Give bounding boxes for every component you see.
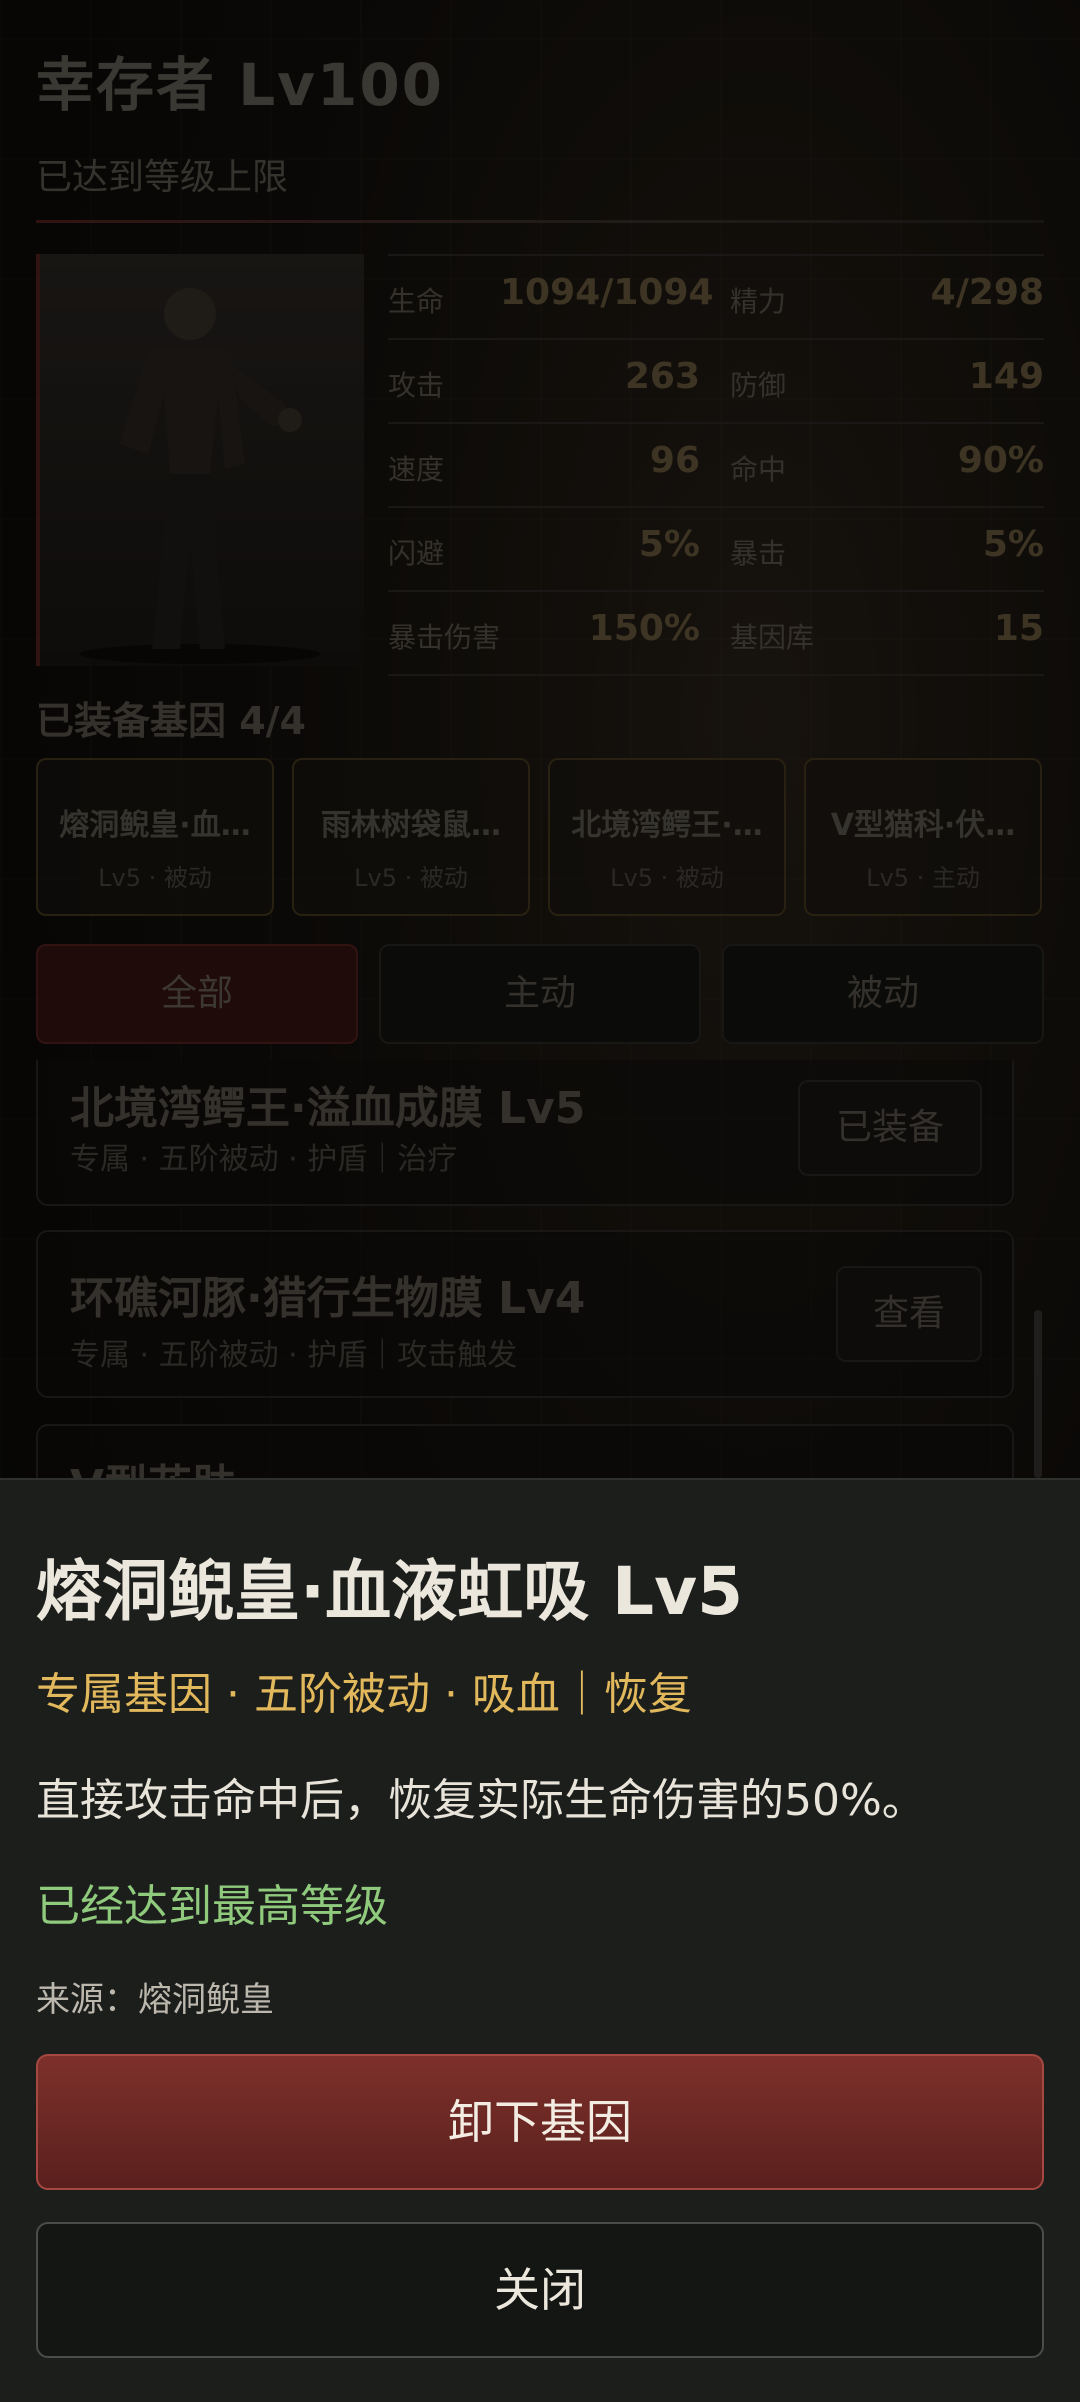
gene-detail-title: 熔洞鲵皇·血液虹吸 Lv5 [36, 1553, 744, 1630]
gene-source: 来源：熔洞鲵皇 [36, 1980, 274, 2020]
unequip-gene-button[interactable]: 卸下基因 [36, 2054, 1044, 2190]
max-level-status: 已经达到最高等级 [36, 1881, 388, 1932]
gene-detail-tags: 专属基因 · 五阶被动 · 吸血｜恢复 [36, 1669, 692, 1720]
gene-detail-sheet: 熔洞鲵皇·血液虹吸 Lv5 专属基因 · 五阶被动 · 吸血｜恢复 直接攻击命中… [0, 1478, 1080, 2402]
gene-detail-description: 直接攻击命中后，恢复实际生命伤害的50%。 [36, 1775, 926, 1826]
close-button[interactable]: 关闭 [36, 2222, 1044, 2358]
